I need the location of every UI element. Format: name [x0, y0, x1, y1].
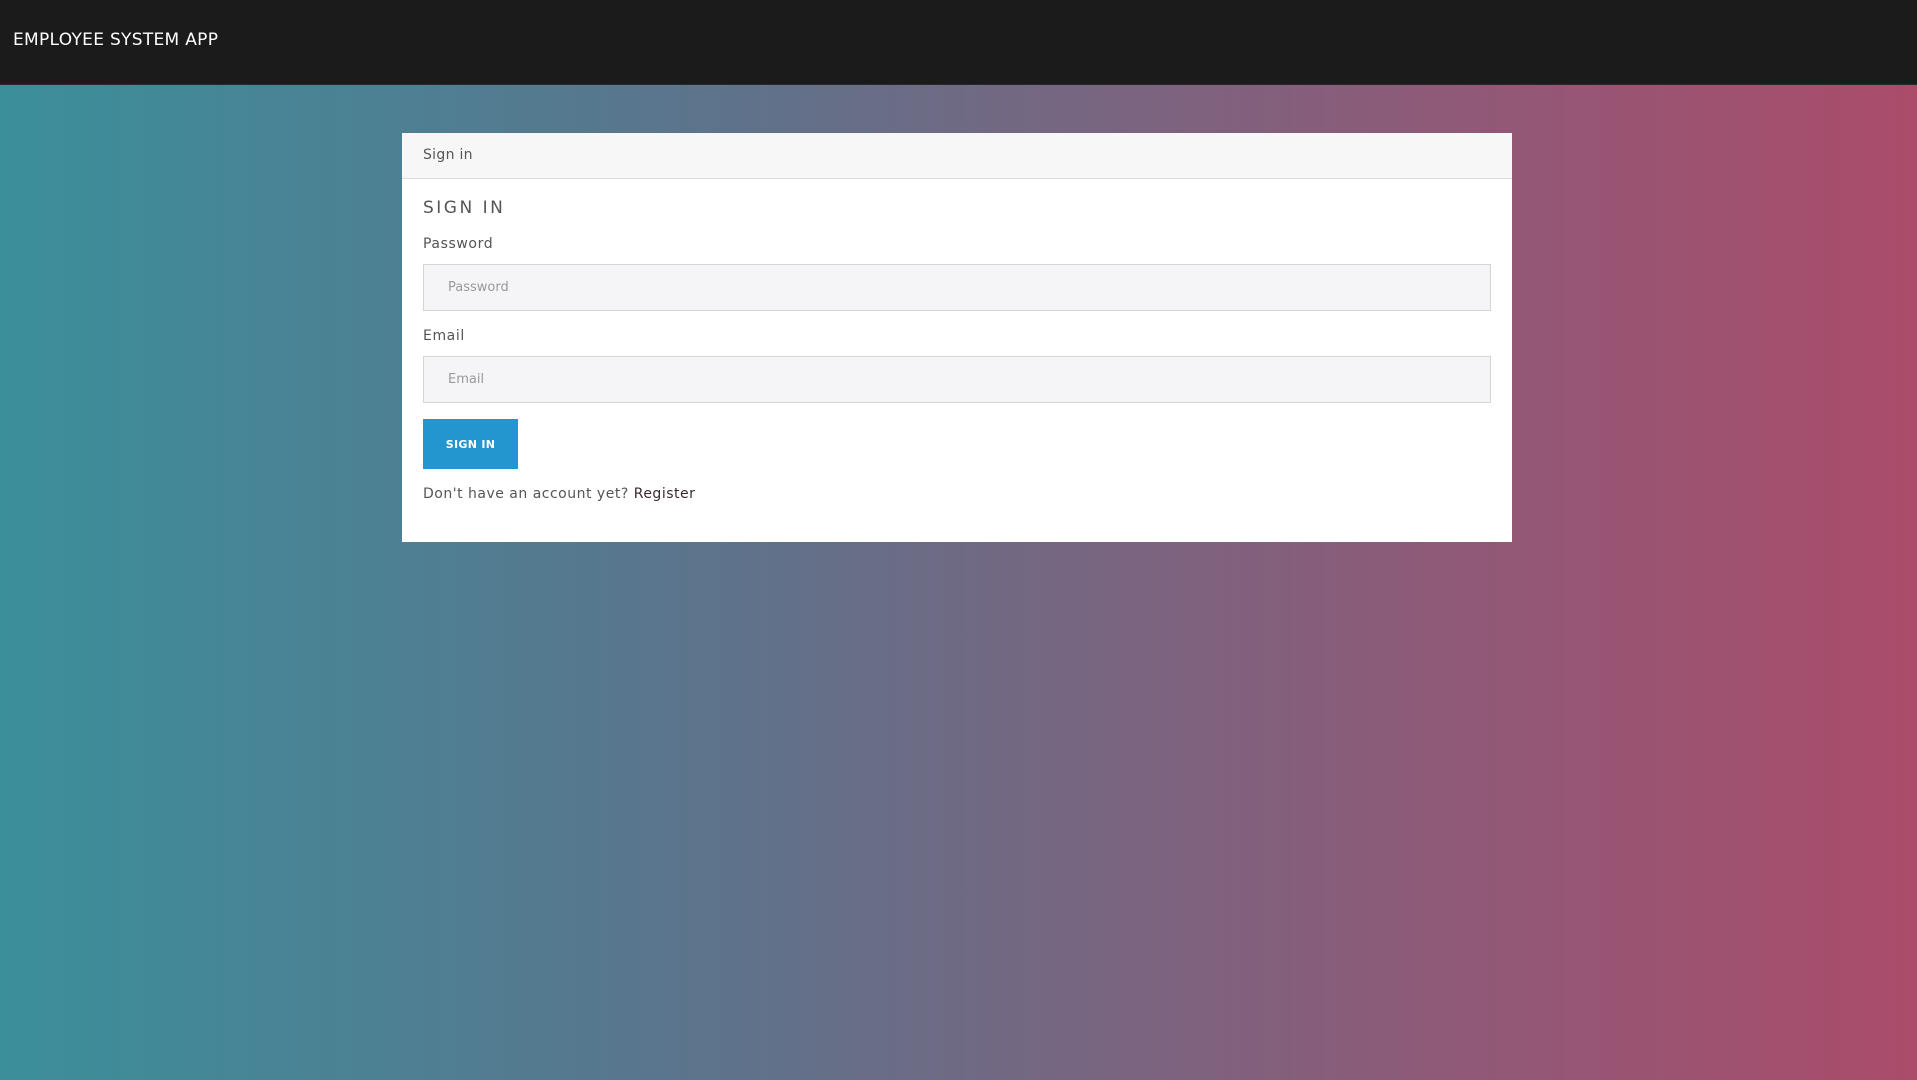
password-label: Password: [423, 236, 494, 252]
sign-in-card: Sign in SIGN IN Password Email SIGN IN D…: [402, 133, 1512, 542]
register-link[interactable]: Register: [634, 486, 696, 502]
password-input[interactable]: [423, 264, 1491, 311]
sign-in-button[interactable]: SIGN IN: [423, 419, 518, 469]
app-brand-link[interactable]: EMPLOYEE SYSTEM APP: [13, 30, 218, 50]
top-navbar: EMPLOYEE SYSTEM APP: [0, 0, 1917, 85]
register-prompt-row: Don't have an account yet? Register: [423, 486, 695, 502]
card-body: SIGN IN Password Email SIGN IN Don't hav…: [402, 179, 1512, 542]
sign-in-title: SIGN IN: [423, 198, 506, 218]
email-label: Email: [423, 328, 465, 344]
card-header: Sign in: [402, 133, 1512, 179]
register-prompt-text: Don't have an account yet?: [423, 486, 629, 502]
email-input[interactable]: [423, 356, 1491, 403]
